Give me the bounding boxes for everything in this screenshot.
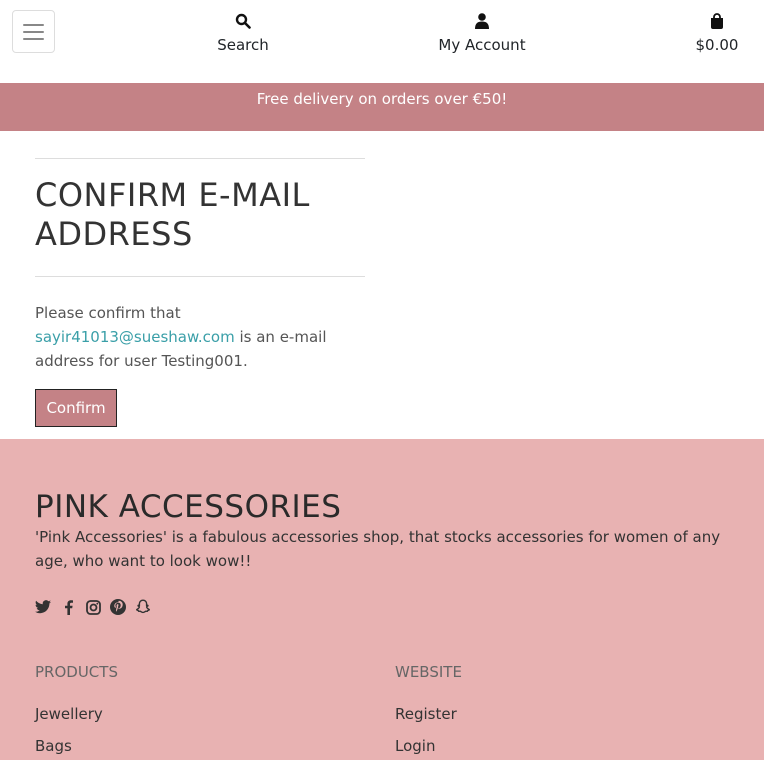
confirm-button[interactable]: Confirm [35,389,117,427]
footer: PINK ACCESSORIES 'Pink Accessories' is a… [0,439,764,760]
footer-link-login[interactable]: Login [395,737,435,755]
delivery-banner-text: Free delivery on orders over €50! [256,90,508,108]
divider [35,276,365,277]
website-links: Register Login [395,705,457,769]
footer-description: 'Pink Accessories' is a fabulous accesso… [35,528,721,570]
main-content: CONFIRM E-MAIL ADDRESS Please confirm th… [0,131,764,439]
pinterest-icon[interactable] [110,599,126,615]
delivery-banner: Free delivery on orders over €50! [0,83,764,131]
hamburger-icon [23,23,44,26]
top-navbar: Search My Account $0.00 [0,0,764,83]
instagram-icon[interactable] [85,599,101,615]
shopping-bag-icon [711,13,723,29]
confirm-message: Please confirm that sayir41013@sueshaw.c… [35,301,335,373]
cart-link[interactable]: $0.00 [686,12,748,54]
search-icon [235,13,251,29]
menu-toggle-button[interactable] [12,10,55,53]
user-icon [475,13,489,29]
footer-brand: PINK ACCESSORIES [35,489,342,525]
twitter-icon[interactable] [35,599,51,615]
search-label: Search [217,36,269,54]
my-account-label: My Account [438,36,526,54]
footer-link-jewellery[interactable]: Jewellery [35,705,103,723]
email-link[interactable]: sayir41013@sueshaw.com [35,328,235,346]
facebook-icon[interactable] [60,599,76,615]
products-heading: PRODUCTS [35,663,118,681]
footer-link-bags[interactable]: Bags [35,737,72,755]
divider [35,158,365,159]
footer-link-register[interactable]: Register [395,705,457,723]
social-links [35,599,151,615]
cart-total: $0.00 [695,36,739,54]
products-links: Jewellery Bags [35,705,103,769]
snapchat-icon[interactable] [135,599,151,615]
website-heading: WEBSITE [395,663,462,681]
my-account-link[interactable]: My Account [432,12,532,54]
confirm-text-before: Please confirm that [35,304,181,322]
search-link[interactable]: Search [210,12,276,54]
page-title: CONFIRM E-MAIL ADDRESS [35,176,310,253]
